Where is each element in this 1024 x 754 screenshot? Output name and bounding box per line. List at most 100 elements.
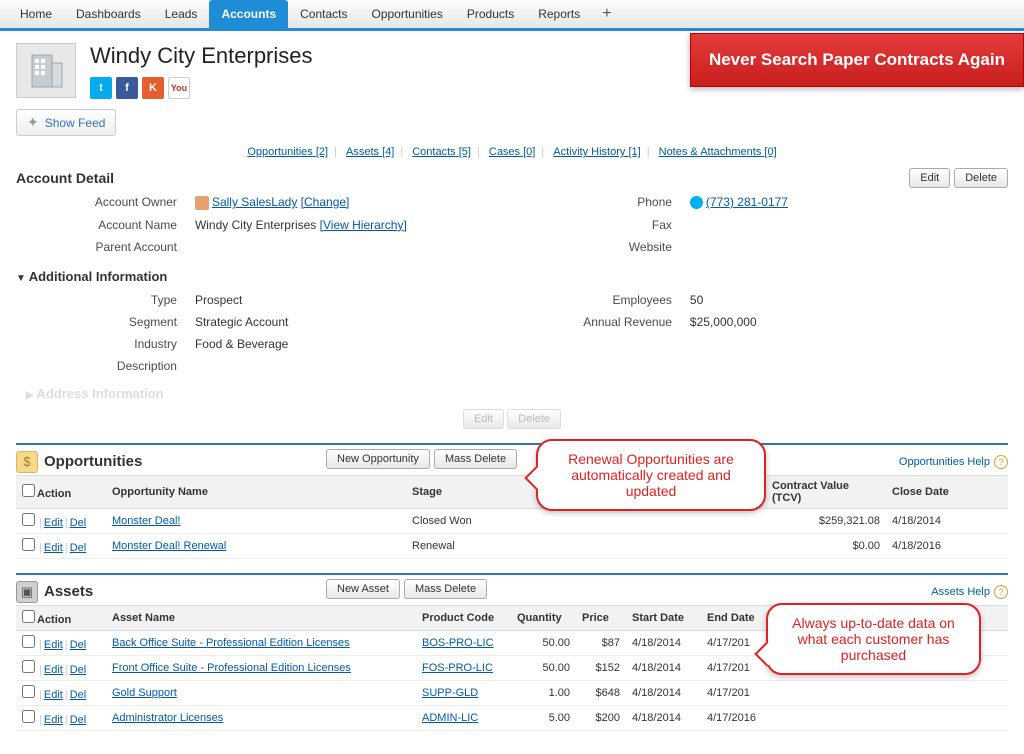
asset-qty: 50.00 bbox=[511, 630, 576, 655]
asset-name-link[interactable]: Gold Support bbox=[112, 687, 177, 699]
twitter-icon[interactable]: t bbox=[90, 77, 112, 99]
subnav-notes[interactable]: Notes & Attachments [0] bbox=[659, 146, 777, 158]
segment-value: Strategic Account bbox=[187, 312, 511, 332]
skype-icon bbox=[690, 196, 703, 209]
edit-link[interactable]: Edit bbox=[44, 639, 63, 651]
edit-link[interactable]: Edit bbox=[44, 542, 63, 554]
desc-label: Description bbox=[18, 356, 185, 376]
tab-products[interactable]: Products bbox=[455, 0, 526, 28]
new-asset-button[interactable]: New Asset bbox=[326, 579, 400, 599]
feed-icon: ✦ bbox=[27, 114, 39, 131]
col-qty[interactable]: Quantity bbox=[511, 605, 576, 630]
delete-button-bottom[interactable]: Delete bbox=[507, 409, 561, 429]
opportunities-icon: $ bbox=[16, 451, 38, 473]
parent-value bbox=[187, 237, 511, 257]
additional-info-title[interactable]: Additional Information bbox=[16, 269, 1008, 284]
change-owner-link[interactable]: [Change] bbox=[301, 195, 350, 209]
tab-opportunities[interactable]: Opportunities bbox=[359, 0, 454, 28]
del-link[interactable]: Del bbox=[70, 517, 87, 529]
tab-home[interactable]: Home bbox=[8, 0, 64, 28]
row-checkbox[interactable] bbox=[22, 710, 35, 723]
edit-link[interactable]: Edit bbox=[44, 714, 63, 726]
tab-contacts[interactable]: Contacts bbox=[288, 0, 359, 28]
subnav-activity-history[interactable]: Activity History [1] bbox=[553, 146, 640, 158]
col-close[interactable]: Close Date bbox=[886, 475, 1008, 508]
asset-name-link[interactable]: Administrator Licenses bbox=[112, 712, 223, 724]
asset-start: 4/18/2014 bbox=[626, 705, 701, 730]
row-checkbox[interactable] bbox=[22, 635, 35, 648]
subnav-cases[interactable]: Cases [0] bbox=[489, 146, 535, 158]
row-checkbox[interactable] bbox=[22, 538, 35, 551]
assets-icon: ▣ bbox=[16, 581, 38, 603]
edit-link[interactable]: Edit bbox=[44, 664, 63, 676]
assets-title: Assets bbox=[44, 583, 93, 600]
edit-link[interactable]: Edit bbox=[44, 689, 63, 701]
col-code[interactable]: Product Code bbox=[416, 605, 511, 630]
assets-help-link[interactable]: Assets Help bbox=[931, 586, 990, 598]
del-link[interactable]: Del bbox=[70, 542, 87, 554]
opp-name-link[interactable]: Monster Deal! Renewal bbox=[112, 540, 226, 552]
assets-select-all[interactable] bbox=[22, 610, 35, 623]
show-feed-button[interactable]: ✦ Show Feed bbox=[16, 109, 116, 136]
del-link[interactable]: Del bbox=[70, 664, 87, 676]
klout-icon[interactable]: K bbox=[142, 77, 164, 99]
edit-button-bottom[interactable]: Edit bbox=[463, 409, 504, 429]
del-link[interactable]: Del bbox=[70, 639, 87, 651]
opp-close: 4/18/2014 bbox=[886, 508, 1008, 533]
subnav-contacts[interactable]: Contacts [5] bbox=[412, 146, 471, 158]
view-hierarchy-link[interactable]: [View Hierarchy] bbox=[320, 218, 407, 232]
tab-dashboards[interactable]: Dashboards bbox=[64, 0, 153, 28]
asset-name-link[interactable]: Front Office Suite - Professional Editio… bbox=[112, 662, 351, 674]
opps-select-all[interactable] bbox=[22, 484, 35, 497]
opp-tcv: $0.00 bbox=[766, 533, 886, 558]
edit-button[interactable]: Edit bbox=[909, 168, 950, 188]
facebook-icon[interactable]: f bbox=[116, 77, 138, 99]
subnav-opportunities[interactable]: Opportunities [2] bbox=[247, 146, 328, 158]
col-asset-name[interactable]: Asset Name bbox=[106, 605, 416, 630]
tab-add[interactable]: + bbox=[592, 1, 621, 27]
asset-code-link[interactable]: FOS-PRO-LIC bbox=[422, 662, 493, 674]
page-title: Windy City Enterprises bbox=[90, 43, 313, 69]
tab-reports[interactable]: Reports bbox=[526, 0, 592, 28]
top-nav: Home Dashboards Leads Accounts Contacts … bbox=[0, 0, 1024, 31]
industry-label: Industry bbox=[18, 334, 185, 354]
mass-delete-opps-button[interactable]: Mass Delete bbox=[434, 449, 517, 469]
youtube-icon[interactable]: You bbox=[168, 77, 190, 99]
col-opp-name[interactable]: Opportunity Name bbox=[106, 475, 406, 508]
opportunities-section: $ Opportunities New Opportunity Mass Del… bbox=[16, 443, 1008, 559]
row-checkbox[interactable] bbox=[22, 513, 35, 526]
asset-name-link[interactable]: Back Office Suite - Professional Edition… bbox=[112, 637, 350, 649]
parent-label: Parent Account bbox=[18, 237, 185, 257]
new-opportunity-button[interactable]: New Opportunity bbox=[326, 449, 430, 469]
row-checkbox[interactable] bbox=[22, 685, 35, 698]
name-value: Windy City Enterprises bbox=[195, 218, 316, 232]
opps-help-link[interactable]: Opportunities Help bbox=[899, 456, 990, 468]
asset-code-link[interactable]: ADMIN-LIC bbox=[422, 712, 478, 724]
subnav-assets[interactable]: Assets [4] bbox=[346, 146, 394, 158]
social-row: t f K You bbox=[90, 77, 313, 99]
delete-button[interactable]: Delete bbox=[954, 168, 1008, 188]
help-icon[interactable]: ? bbox=[994, 455, 1008, 469]
tab-accounts[interactable]: Accounts bbox=[209, 0, 288, 28]
account-icon bbox=[16, 43, 76, 98]
phone-link[interactable]: (773) 281-0177 bbox=[706, 195, 788, 209]
owner-link[interactable]: Sally SalesLady bbox=[212, 195, 297, 209]
tab-leads[interactable]: Leads bbox=[153, 0, 210, 28]
address-info-title[interactable]: Address Information bbox=[26, 386, 1008, 401]
help-icon[interactable]: ? bbox=[994, 585, 1008, 599]
opp-name-link[interactable]: Monster Deal! bbox=[112, 515, 180, 527]
row-checkbox[interactable] bbox=[22, 660, 35, 673]
del-link[interactable]: Del bbox=[70, 714, 87, 726]
related-links: Opportunities [2]| Assets [4]| Contacts … bbox=[0, 140, 1024, 168]
edit-link[interactable]: Edit bbox=[44, 517, 63, 529]
col-price[interactable]: Price bbox=[576, 605, 626, 630]
col-tcv[interactable]: Contract Value (TCV) bbox=[766, 475, 886, 508]
page-header: Windy City Enterprises t f K You Never S… bbox=[0, 31, 1024, 105]
asset-code-link[interactable]: SUPP-GLD bbox=[422, 687, 478, 699]
industry-value: Food & Beverage bbox=[187, 334, 511, 354]
asset-code-link[interactable]: BOS-PRO-LIC bbox=[422, 637, 494, 649]
col-start[interactable]: Start Date bbox=[626, 605, 701, 630]
del-link[interactable]: Del bbox=[70, 689, 87, 701]
mass-delete-assets-button[interactable]: Mass Delete bbox=[404, 579, 487, 599]
asset-qty: 1.00 bbox=[511, 680, 576, 705]
